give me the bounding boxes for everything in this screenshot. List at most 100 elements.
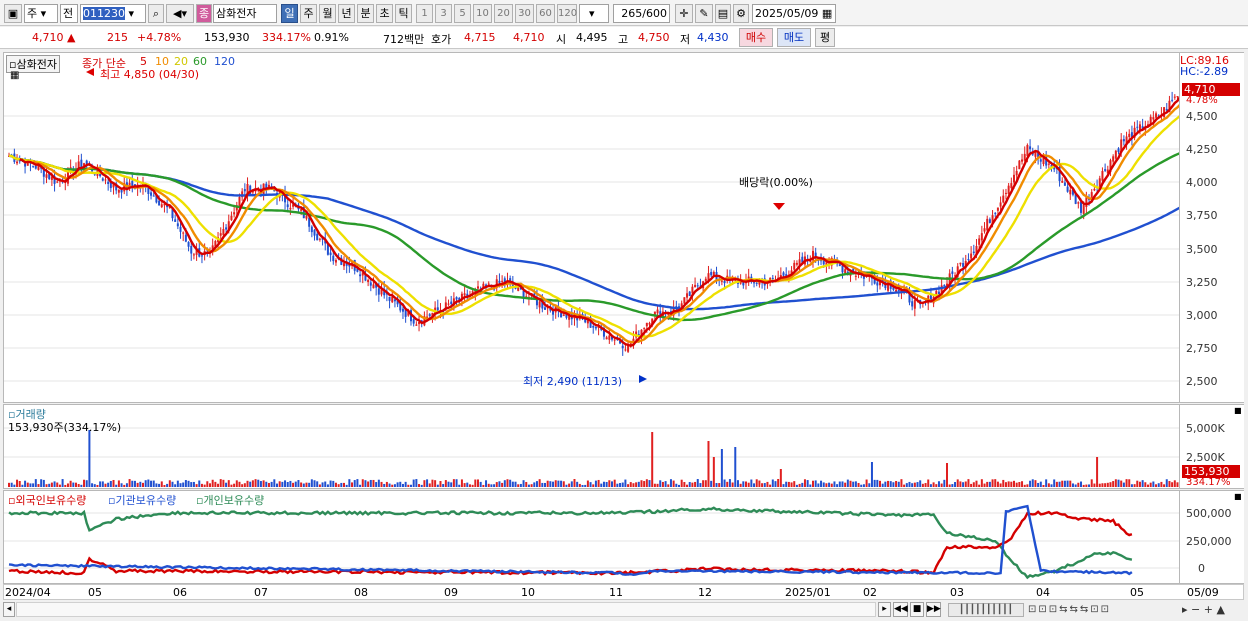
candle-body — [937, 291, 940, 295]
buy-button[interactable]: 매수 — [739, 28, 773, 47]
volume-bar — [602, 481, 605, 487]
volume-bar — [1013, 480, 1015, 487]
xtick: 05 — [1130, 586, 1144, 599]
interval-1[interactable]: 1 — [416, 4, 433, 23]
volume-bar — [943, 479, 946, 487]
interval-3[interactable]: 3 — [435, 4, 452, 23]
volume-bar — [501, 482, 504, 487]
candle-body — [192, 254, 195, 256]
crosshair-icon[interactable]: ✛ — [675, 4, 693, 23]
scroll-left-icon[interactable]: ◂ — [3, 602, 15, 617]
volume-bar — [222, 479, 225, 487]
volume-chart[interactable]: ▫거래량 153,930주(334.17%) — [3, 404, 1180, 489]
gear-icon[interactable]: ⚙ — [733, 4, 749, 23]
count-input[interactable]: 265/600 — [613, 4, 670, 23]
candle-body — [1047, 163, 1050, 165]
interval-10[interactable]: 10 — [473, 4, 492, 23]
period-day[interactable]: 일 — [281, 4, 298, 23]
ytick: 4,500 — [1186, 110, 1218, 123]
volume-bar — [653, 483, 656, 487]
interval-5[interactable]: 5 — [454, 4, 471, 23]
code-input[interactable]: 011230 ▾ — [80, 4, 146, 23]
search-icon[interactable]: ⌕ — [148, 4, 164, 23]
candle-body — [187, 242, 190, 247]
candle-body — [147, 187, 150, 194]
interval-select[interactable]: ▾ — [579, 4, 609, 23]
volume-bar — [139, 481, 142, 487]
period-minute[interactable]: 분 — [357, 4, 374, 23]
chart-tool-icons[interactable]: ⊡⊡⊡⇆⇆⇆⊡⊡ — [1028, 603, 1178, 617]
holding-chart[interactable]: ▫외국인보유수량 ▫기관보유수량 ▫개인보유수량 — [3, 490, 1180, 584]
market-select[interactable]: 주 ▾ — [24, 4, 58, 23]
volume-bar — [410, 484, 412, 487]
price-chart[interactable]: ▫삼화전자 종가 단순 5 10 20 60 120 ▦ 최고 4,850 (0… — [3, 52, 1180, 403]
candle-body — [972, 251, 975, 254]
candle-body — [1021, 159, 1024, 162]
candle-body — [332, 255, 335, 262]
interval-60[interactable]: 60 — [536, 4, 555, 23]
candle-body — [983, 228, 986, 232]
volume-bar — [718, 483, 721, 487]
volume-bar — [798, 483, 801, 487]
candle-body — [913, 299, 916, 309]
avg-button[interactable]: 평 — [815, 28, 835, 47]
period-month[interactable]: 월 — [319, 4, 336, 23]
xtick: 09 — [444, 586, 458, 599]
volume-bar — [994, 479, 997, 487]
draw-icon[interactable]: ✎ — [695, 4, 713, 23]
volume-bar — [1085, 484, 1088, 487]
volume-bar — [168, 480, 171, 487]
period-second[interactable]: 초 — [376, 4, 393, 23]
volume-bar — [367, 481, 370, 487]
date-input[interactable]: 2025/05/09 ▦ — [752, 4, 836, 23]
volume-bar — [313, 480, 316, 487]
volume-bar — [72, 482, 75, 487]
period-tick[interactable]: 틱 — [395, 4, 412, 23]
candle-body — [1069, 189, 1072, 195]
volume-bar — [557, 480, 560, 487]
legend-foreign: ▫외국인보유수량 — [8, 494, 87, 507]
scroll-right-icon[interactable]: ▸ — [878, 602, 891, 617]
speaker-icon[interactable]: ◀▾ — [166, 4, 194, 23]
scrollbar-track[interactable] — [16, 602, 876, 617]
interval-120[interactable]: 120 — [557, 4, 577, 23]
candle-body — [1015, 170, 1018, 176]
panel-close-icon[interactable]: ■ — [1234, 492, 1242, 501]
candle-body — [688, 291, 691, 296]
candle-body — [809, 261, 812, 263]
interval-30[interactable]: 30 — [515, 4, 534, 23]
volume-bar — [1165, 479, 1168, 487]
volume-bar — [972, 482, 975, 487]
layout-icon[interactable]: ▣ — [4, 4, 22, 23]
period-year[interactable]: 년 — [338, 4, 355, 23]
volume-bar — [142, 482, 144, 487]
grid-icon[interactable]: ▦ — [10, 70, 19, 81]
candle-body — [305, 215, 308, 219]
volume-bar — [1144, 482, 1147, 487]
stop-icon[interactable]: ■ — [910, 602, 924, 617]
zoom-slider[interactable]: ┃┃┃┃┃┃┃┃┃┃ — [948, 603, 1024, 617]
candle-body — [152, 195, 155, 197]
save-icon[interactable]: ▤ — [715, 4, 731, 23]
volume-bar — [1010, 481, 1013, 487]
volume-bar — [586, 480, 589, 487]
rewind-icon[interactable]: ◀◀ — [893, 602, 908, 617]
volume-bar — [150, 480, 153, 487]
volume-bar — [683, 482, 686, 487]
volume-bar — [533, 482, 536, 487]
quote-bar: 4,710 ▲ 215 +4.78% 153,930 334.17% 0.91%… — [0, 27, 1248, 49]
panel-close-icon[interactable]: ■ — [1234, 406, 1242, 415]
all-button[interactable]: 전 — [60, 4, 78, 23]
forward-icon[interactable]: ▶▶ — [926, 602, 941, 617]
interval-20[interactable]: 20 — [494, 4, 513, 23]
volume-bar — [1077, 482, 1080, 487]
sell-button[interactable]: 매도 — [777, 28, 811, 47]
volume-bar — [21, 484, 24, 487]
volume-bar — [276, 483, 278, 487]
volume-bar — [351, 482, 354, 487]
volume-bar — [1101, 483, 1104, 487]
change-rate: +4.78% — [137, 31, 182, 44]
zoom-controls[interactable]: ▸ − + ▲ — [1182, 603, 1246, 617]
volume-bar — [1018, 482, 1021, 487]
period-week[interactable]: 주 — [300, 4, 317, 23]
